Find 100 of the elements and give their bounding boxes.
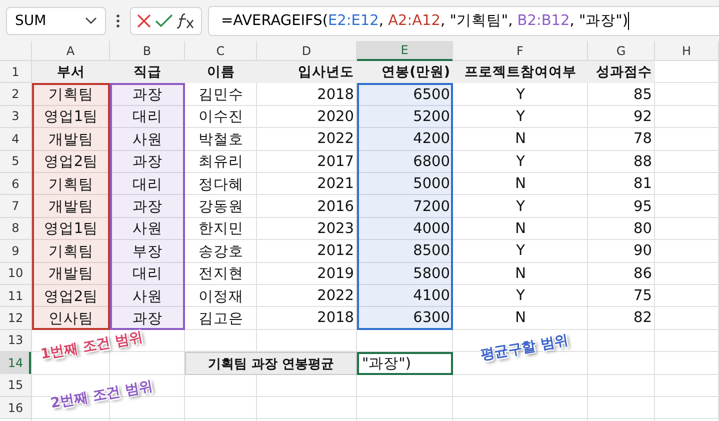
row-header[interactable]: 10	[0, 262, 32, 285]
table-cell-text: 80	[632, 220, 653, 239]
row-header[interactable]: 3	[0, 106, 32, 128]
table-cell-text: 2016	[316, 198, 355, 217]
column-title: 프로젝트참여여부	[453, 61, 588, 84]
row-header[interactable]: 2	[0, 83, 32, 106]
table-cell: 영업2팀	[32, 150, 110, 173]
table-cell: 개발팀	[32, 128, 110, 151]
table-cell: 과장	[110, 195, 185, 218]
column-header[interactable]: D	[257, 41, 357, 61]
table-cell-text: Y	[515, 287, 526, 306]
table-cell-text: 이정재	[198, 288, 244, 307]
formula-bar[interactable]: =AVERAGEIFS(E2:E12, A2:A12, "기획팀", B2:B12, "과장")	[208, 6, 719, 36]
table-cell-text: 2019	[316, 264, 355, 284]
table-cell: 5200	[357, 106, 453, 128]
table-cell-text: 75	[632, 287, 653, 306]
summary-label: 기획팀 과장 연봉평균	[185, 352, 357, 376]
table-cell-text: 김고은	[198, 310, 244, 329]
table-cell: 기획팀	[32, 83, 110, 106]
function-icon[interactable]	[176, 12, 196, 28]
table-cell-text: 최유리	[198, 153, 244, 172]
table-cell-text: 이수진	[198, 108, 244, 128]
table-cell-text: 95	[632, 198, 653, 217]
row-header[interactable]: 5	[0, 150, 32, 173]
table-cell-text: 2022	[316, 130, 355, 150]
column-title: 연봉(만원)	[357, 61, 453, 84]
table-cell: 7200	[357, 195, 453, 218]
more-options-icon[interactable]	[116, 14, 120, 28]
table-cell: 대리	[110, 106, 185, 128]
row-header[interactable]: 1	[0, 61, 32, 84]
table-cell: 8500	[357, 240, 453, 263]
table-cell-text: N	[514, 309, 527, 328]
table-cell: 인사팀	[32, 307, 110, 330]
table-cell: 사원	[110, 128, 185, 151]
annotation-label: 1번째 조건 범위	[39, 328, 144, 364]
row-header[interactable]: 7	[0, 195, 32, 218]
chevron-down-icon	[85, 16, 97, 24]
table-cell-text: N	[514, 130, 527, 150]
active-cell[interactable]: "과장")	[357, 352, 453, 376]
table-cell-text: 78	[632, 130, 653, 150]
table-cell-text: 85	[632, 86, 653, 105]
column-title: 직급	[110, 61, 185, 84]
table-cell-text: 2018	[316, 86, 355, 105]
row-header[interactable]: 6	[0, 172, 32, 196]
table-cell-text: 2018	[316, 309, 355, 328]
table-cell-text: N	[514, 220, 527, 239]
row-header[interactable]: 15	[0, 374, 32, 397]
table-cell-text: 전지현	[198, 265, 244, 284]
table-cell: 6500	[357, 83, 453, 106]
table-cell: 영업1팀	[32, 218, 110, 240]
row-header[interactable]: 8	[0, 218, 32, 240]
column-header[interactable]: H	[655, 41, 719, 61]
column-header[interactable]: E	[357, 41, 453, 61]
cancel-icon[interactable]	[136, 12, 152, 28]
name-box[interactable]: SUM	[6, 6, 106, 34]
table-cell: 과장	[110, 307, 185, 330]
table-cell: 대리	[110, 172, 185, 196]
row-header[interactable]: 12	[0, 307, 32, 330]
table-cell-text: 92	[632, 108, 653, 127]
table-cell: 사원	[110, 218, 185, 240]
table-cell: 과장	[110, 83, 185, 106]
table-cell-text: 강동원	[198, 198, 244, 218]
column-header[interactable]: B	[110, 41, 185, 61]
table-cell-text: 82	[632, 309, 653, 328]
table-cell: 영업2팀	[32, 284, 110, 308]
column-header[interactable]: C	[185, 41, 257, 61]
table-cell-text: Y	[515, 198, 526, 217]
column-header[interactable]: G	[588, 41, 655, 61]
check-icon[interactable]	[154, 14, 173, 28]
table-cell: 5800	[357, 262, 453, 285]
table-cell-text: 2021	[316, 175, 355, 194]
table-cell: 부장	[110, 240, 185, 263]
table-cell: 6300	[357, 307, 453, 330]
table-cell-text: 88	[632, 152, 653, 172]
table-cell-text: 90	[632, 242, 653, 262]
row-header[interactable]: 13	[0, 330, 32, 352]
table-cell-text: 2023	[316, 220, 355, 239]
column-header[interactable]: F	[453, 41, 588, 61]
table-cell-text: 81	[632, 175, 653, 194]
table-cell-text: 2012	[316, 242, 355, 262]
table-cell-text: 김민수	[198, 86, 244, 106]
table-cell: 사원	[110, 284, 185, 308]
row-header[interactable]: 4	[0, 128, 32, 151]
row-header[interactable]: 16	[0, 396, 32, 420]
table-cell-text: Y	[515, 242, 526, 262]
row-header[interactable]: 11	[0, 284, 32, 308]
row-header[interactable]: 9	[0, 240, 32, 263]
table-cell-text: 2017	[316, 152, 355, 172]
row-header[interactable]: 14	[0, 352, 32, 376]
column-title: 이름	[185, 61, 257, 84]
table-cell: 6800	[357, 150, 453, 173]
table-cell: 과장	[110, 150, 185, 173]
annotation-label: 평균구할 범위	[479, 331, 570, 365]
column-header[interactable]: A	[32, 41, 110, 61]
column-title: 성과점수	[588, 61, 655, 84]
table-cell-text: 정다혜	[198, 176, 244, 195]
table-cell-text: Y	[515, 152, 526, 172]
column-title: 부서	[32, 61, 110, 84]
table-cell: 영업1팀	[32, 106, 110, 128]
table-cell-text: 86	[632, 264, 653, 284]
